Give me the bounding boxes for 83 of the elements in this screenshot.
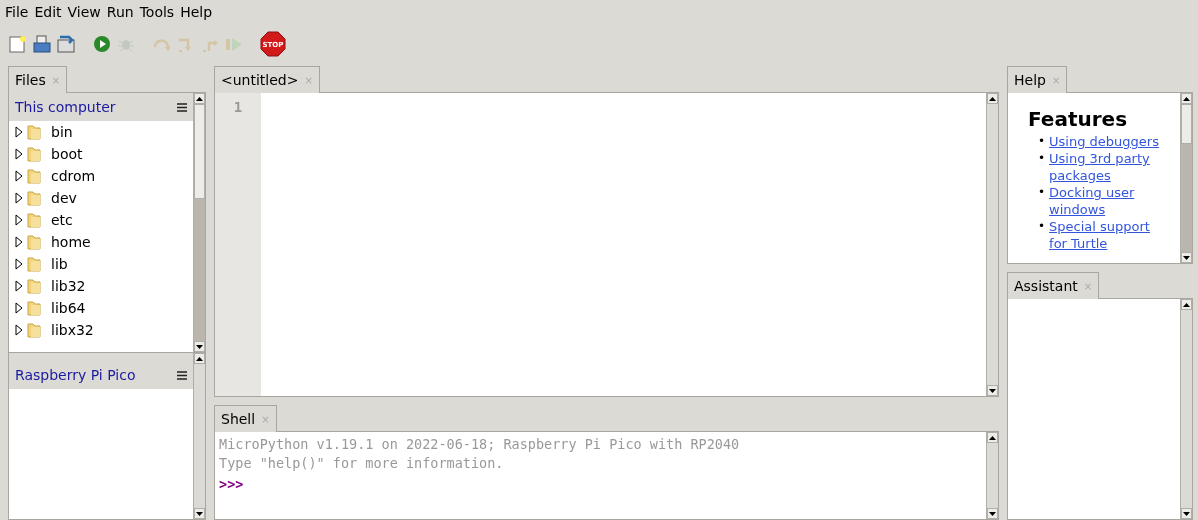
arrow-down-icon[interactable] xyxy=(1183,255,1190,260)
folder-icon xyxy=(27,212,41,228)
scrollbar[interactable] xyxy=(986,93,998,396)
expand-icon[interactable] xyxy=(15,258,23,270)
menu-item[interactable]: Help xyxy=(179,4,218,20)
folder-icon xyxy=(27,190,41,206)
expand-icon[interactable] xyxy=(15,280,23,292)
expand-icon[interactable] xyxy=(15,324,23,336)
shell-panel[interactable]: MicroPython v1.19.1 on 2022-06-18; Raspberry Pi Pico with RP2040 Type "help()" for more information. >>> xyxy=(214,432,999,520)
arrow-down-icon[interactable] xyxy=(1183,511,1190,516)
menu-item[interactable]: File xyxy=(4,4,34,20)
folder-icon xyxy=(27,300,41,316)
folder-name[interactable]: libx32 xyxy=(51,322,94,338)
help-link[interactable]: Special support for Turtle xyxy=(1049,218,1165,252)
panel-tab[interactable]: Files × xyxy=(8,66,68,93)
folder-icon xyxy=(27,146,41,162)
menu-item[interactable]: Edit xyxy=(33,4,67,20)
scrollbar-thumb[interactable] xyxy=(1181,104,1192,144)
scrollbar[interactable] xyxy=(1180,299,1192,519)
folder-icon xyxy=(27,256,41,272)
arrow-up-icon[interactable] xyxy=(1183,302,1190,307)
bullet: • xyxy=(1038,133,1046,150)
expand-icon[interactable] xyxy=(15,236,23,248)
menu-item[interactable]: View xyxy=(66,4,106,20)
panel-tab[interactable]: <untitled> × xyxy=(214,66,320,93)
line-number: 1 xyxy=(232,99,244,115)
folder-icon xyxy=(27,124,41,140)
shell-output: MicroPython v1.19.1 on 2022-06-18; Raspberry Pi Pico with RP2040 xyxy=(219,435,741,454)
menu-item[interactable]: Tools xyxy=(138,4,180,20)
expand-icon[interactable] xyxy=(15,214,23,226)
save-icon[interactable] xyxy=(57,35,75,53)
arrow-up-icon[interactable] xyxy=(989,96,996,101)
arrow-down-icon[interactable] xyxy=(196,344,203,349)
pane-title: This computer xyxy=(15,99,116,115)
arrow-up-icon[interactable] xyxy=(989,435,996,440)
scrollbar-thumb[interactable] xyxy=(194,104,205,199)
help-heading: Features xyxy=(1028,107,1129,131)
folder-name[interactable]: boot xyxy=(51,146,83,162)
menu-icon[interactable] xyxy=(177,102,187,112)
pane-title: Raspberry Pi Pico xyxy=(15,367,136,383)
expand-icon[interactable] xyxy=(15,170,23,182)
folder-icon xyxy=(27,322,41,338)
shell-prompt: >>> xyxy=(219,475,245,494)
arrow-up-icon[interactable] xyxy=(196,356,203,361)
shell-output: Type "help()" for more information. xyxy=(219,454,505,473)
panel-tab[interactable]: Assistant × xyxy=(1007,272,1100,299)
menu-icon[interactable] xyxy=(177,370,187,380)
help-link[interactable]: Docking user windows xyxy=(1049,184,1165,218)
panel-tab[interactable]: Help × xyxy=(1007,66,1068,93)
arrow-down-icon[interactable] xyxy=(989,388,996,393)
expand-icon[interactable] xyxy=(15,302,23,314)
help-link[interactable]: Using debuggers xyxy=(1049,133,1165,150)
new-file-icon[interactable] xyxy=(9,35,27,53)
help-link[interactable]: Using 3rd party packages xyxy=(1049,150,1165,184)
scrollbar[interactable] xyxy=(193,93,205,352)
scrollbar[interactable] xyxy=(986,432,998,519)
bullet: • xyxy=(1038,184,1046,201)
bullet: • xyxy=(1038,218,1046,235)
folder-name[interactable]: lib xyxy=(51,256,68,272)
menu-item[interactable]: Run xyxy=(105,4,139,20)
run-icon[interactable] xyxy=(93,35,111,53)
folder-icon xyxy=(27,168,41,184)
folder-name[interactable]: lib32 xyxy=(51,278,86,294)
arrow-up-icon[interactable] xyxy=(1183,96,1190,101)
scrollbar[interactable] xyxy=(193,353,205,519)
document-icon[interactable] xyxy=(33,35,51,53)
expand-icon[interactable] xyxy=(15,192,23,204)
scrollbar[interactable] xyxy=(1180,93,1192,263)
arrow-down-icon[interactable] xyxy=(989,511,996,516)
expand-icon[interactable] xyxy=(15,126,23,138)
arrow-up-icon[interactable] xyxy=(196,96,203,101)
expand-icon[interactable] xyxy=(15,148,23,160)
folder-name[interactable]: dev xyxy=(51,190,77,206)
folder-name[interactable]: lib64 xyxy=(51,300,86,316)
folder-icon xyxy=(27,234,41,250)
arrow-down-icon[interactable] xyxy=(196,511,203,516)
folder-name[interactable]: bin xyxy=(51,124,73,140)
folder-name[interactable]: cdrom xyxy=(51,168,96,184)
folder-name[interactable]: home xyxy=(51,234,91,250)
folder-icon xyxy=(27,278,41,294)
folder-name[interactable]: etc xyxy=(51,212,73,228)
bullet: • xyxy=(1038,150,1046,167)
panel-tab[interactable]: Shell × xyxy=(214,405,277,432)
